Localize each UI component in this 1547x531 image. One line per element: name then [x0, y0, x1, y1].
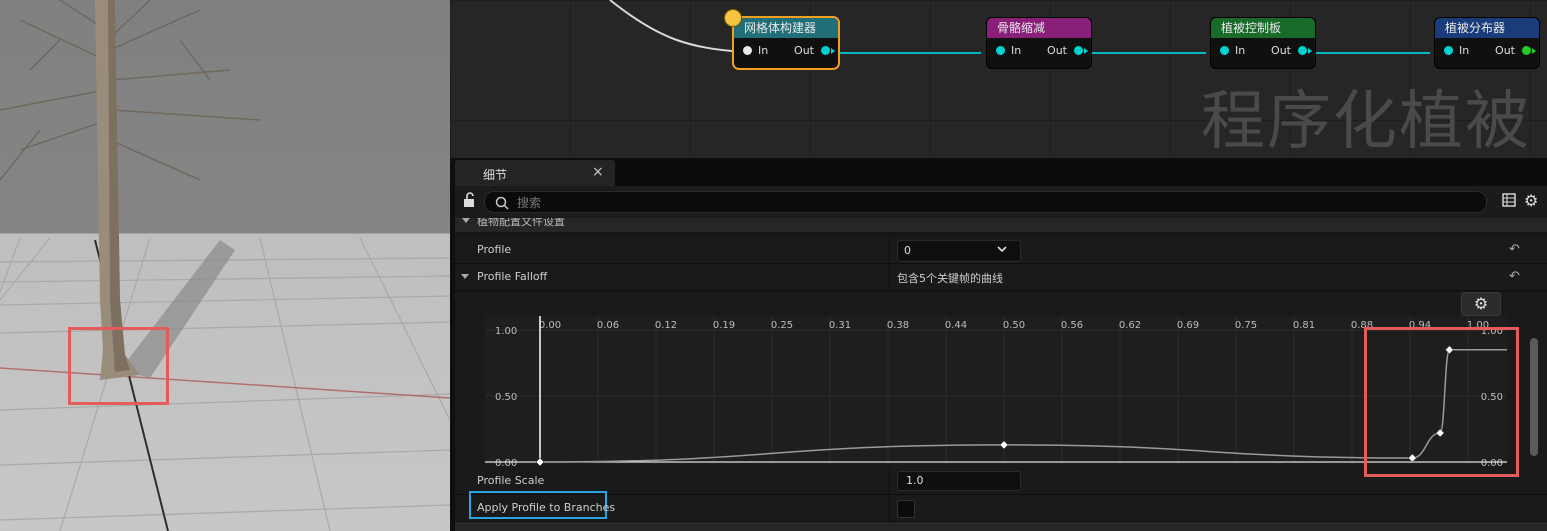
input-pin[interactable]	[1444, 46, 1453, 55]
close-tab-icon[interactable]: ×	[592, 164, 604, 180]
column-divider[interactable]	[889, 264, 890, 290]
graph-watermark: 程序化植被	[1201, 85, 1531, 158]
x-tick-label: 0.38	[887, 320, 909, 331]
property-name: Profile Scale	[477, 474, 545, 487]
y-tick-label-left: 0.00	[495, 458, 517, 468]
curve-summary: 包含5个关键帧的曲线	[897, 272, 1003, 285]
category-header[interactable]: 植物配置文件设置	[455, 218, 1547, 232]
tab-label: 细节	[483, 168, 508, 182]
input-pin-label: In	[758, 44, 769, 57]
x-tick-label: 0.62	[1119, 320, 1141, 331]
node-foliage-distributor[interactable]: 植被分布器 In Out	[1435, 18, 1539, 68]
output-pin[interactable]	[821, 46, 830, 55]
settings-gear-icon[interactable]: ⚙	[1524, 191, 1538, 210]
property-name: Profile Falloff	[477, 270, 548, 283]
x-tick-label: 0.19	[713, 320, 735, 331]
chevron-down-icon	[996, 243, 1008, 258]
property-row-profile: Profile 0 ↶	[455, 237, 1547, 264]
column-divider[interactable]	[889, 468, 890, 494]
node-header: 骨骼缩减	[987, 18, 1091, 38]
tab-details[interactable]: 细节 ×	[455, 160, 615, 186]
output-pin[interactable]	[1522, 46, 1531, 55]
property-row-apply-profile: Apply Profile to Branches	[455, 491, 1547, 522]
x-tick-label: 0.25	[771, 320, 793, 331]
x-tick-label: 0.06	[597, 320, 619, 331]
output-arrow-icon	[1532, 48, 1536, 54]
input-pin[interactable]	[1220, 46, 1229, 55]
node-graph[interactable]: 网格体构建器 In Out 骨骼缩减 In Out 植被控制板 In Out 植…	[450, 0, 1547, 158]
bottom-row	[455, 522, 1547, 531]
output-arrow-icon	[831, 48, 835, 54]
numeric-value: 1.0	[906, 474, 924, 487]
profile-dropdown[interactable]: 0	[897, 240, 1021, 262]
column-divider[interactable]	[889, 237, 890, 263]
category-label: 植物配置文件设置	[477, 218, 565, 228]
input-pin[interactable]	[743, 46, 752, 55]
viewport[interactable]	[0, 0, 450, 531]
input-pin-label: In	[1011, 44, 1022, 57]
profile-scale-input[interactable]: 1.0	[897, 471, 1021, 491]
reset-to-default-icon[interactable]: ↶	[1509, 242, 1520, 257]
property-row-profile-falloff: Profile Falloff 包含5个关键帧的曲线 ↶	[455, 264, 1547, 291]
x-tick-label: 0.50	[1003, 320, 1025, 331]
input-pin-label: In	[1459, 44, 1470, 57]
output-pin-label: Out	[1047, 44, 1067, 57]
trunk-base-highlight	[68, 327, 169, 405]
x-tick-label: 0.56	[1061, 320, 1083, 331]
curve-end-highlight	[1364, 327, 1519, 477]
x-tick-label: 0.12	[655, 320, 677, 331]
collapse-arrow-icon[interactable]	[462, 218, 470, 223]
x-tick-label: 0.00	[539, 320, 561, 331]
node-header: 植被控制板	[1211, 18, 1315, 38]
x-tick-label: 0.31	[829, 320, 851, 331]
viewport-scene	[0, 0, 450, 531]
output-pin-label: Out	[794, 44, 814, 57]
node-header: 植被分布器	[1435, 18, 1539, 38]
y-tick-label-left: 1.00	[495, 326, 517, 337]
x-tick-label: 0.75	[1235, 320, 1257, 331]
scrollbar[interactable]	[1530, 338, 1538, 456]
curve-plot-background	[485, 316, 1507, 464]
search-input[interactable]: 搜索	[484, 191, 1487, 213]
output-arrow-icon	[1308, 48, 1312, 54]
search-icon	[495, 195, 509, 214]
node-comment-bubble-icon[interactable]	[724, 9, 742, 27]
dropdown-value: 0	[904, 244, 911, 257]
x-tick-label: 0.81	[1293, 320, 1315, 331]
x-tick-label: 0.44	[945, 320, 967, 331]
lock-icon[interactable]	[463, 192, 477, 212]
y-tick-label-left: 0.50	[495, 392, 517, 403]
output-pin-label: Out	[1495, 44, 1515, 57]
property-name: Apply Profile to Branches	[477, 501, 616, 514]
search-row: 搜索 ⚙	[455, 186, 1547, 218]
input-pin[interactable]	[996, 46, 1005, 55]
tab-bar: 细节 ×	[455, 158, 1547, 186]
node-foliage-control-panel[interactable]: 植被控制板 In Out	[1211, 18, 1315, 68]
output-pin[interactable]	[1298, 46, 1307, 55]
reset-to-default-icon[interactable]: ↶	[1509, 269, 1520, 284]
output-arrow-icon	[1084, 48, 1088, 54]
node-header: 网格体构建器	[734, 18, 838, 38]
node-mesh-builder[interactable]: 网格体构建器 In Out	[734, 18, 838, 68]
output-pin[interactable]	[1074, 46, 1083, 55]
expand-arrow-icon[interactable]	[461, 274, 469, 279]
search-placeholder: 搜索	[517, 196, 542, 210]
apply-profile-checkbox[interactable]	[897, 500, 915, 518]
x-tick-label: 0.69	[1177, 320, 1199, 331]
node-bone-reduction[interactable]: 骨骼缩减 In Out	[987, 18, 1091, 68]
column-divider[interactable]	[889, 495, 890, 521]
table-view-icon[interactable]	[1502, 193, 1516, 211]
output-pin-label: Out	[1271, 44, 1291, 57]
property-name: Profile	[477, 243, 512, 256]
input-pin-label: In	[1235, 44, 1246, 57]
